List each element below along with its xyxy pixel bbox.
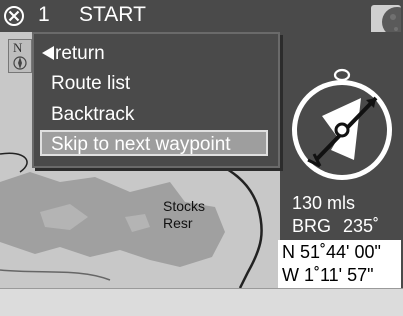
latitude-readout: N 51˚44' 00" bbox=[282, 242, 381, 262]
menu-item-route-list[interactable]: Route list bbox=[51, 72, 279, 96]
bearing-label: BRG bbox=[292, 216, 332, 236]
place-name-line2: Resr bbox=[163, 215, 193, 231]
bearing-value: 235˚ bbox=[343, 216, 380, 236]
status-bar bbox=[0, 288, 403, 316]
place-label: Stocks Resr bbox=[163, 198, 213, 232]
north-arrow-icon bbox=[13, 56, 27, 70]
context-menu: return Route list Backtrack Skip to next… bbox=[32, 32, 280, 168]
menu-item-backtrack[interactable]: Backtrack bbox=[51, 103, 279, 127]
north-label: N bbox=[13, 40, 23, 55]
longitude-readout: W 1˚11' 57" bbox=[282, 265, 374, 285]
title-bar: 1 START bbox=[0, 0, 403, 39]
waypoint-title: START bbox=[79, 3, 146, 26]
distance-readout: 130 mls bbox=[292, 193, 356, 213]
place-name-line1: Stocks bbox=[163, 198, 206, 214]
menu-item-return[interactable]: return bbox=[42, 42, 270, 66]
menu-item-return-label: return bbox=[55, 43, 105, 64]
back-arrow-icon bbox=[42, 46, 54, 60]
waypoint-number: 1 bbox=[38, 3, 50, 26]
gps-screen: Stocks Resr N 1 START 130 mls BRG 235˚ N… bbox=[0, 0, 403, 316]
compass-icon[interactable] bbox=[286, 68, 402, 184]
north-indicator[interactable]: N bbox=[8, 39, 32, 73]
menu-item-skip-waypoint[interactable]: Skip to next waypoint bbox=[40, 130, 268, 156]
coordinates-box: N 51˚44' 00" W 1˚11' 57" bbox=[278, 240, 401, 288]
close-circle-icon[interactable] bbox=[2, 4, 26, 28]
